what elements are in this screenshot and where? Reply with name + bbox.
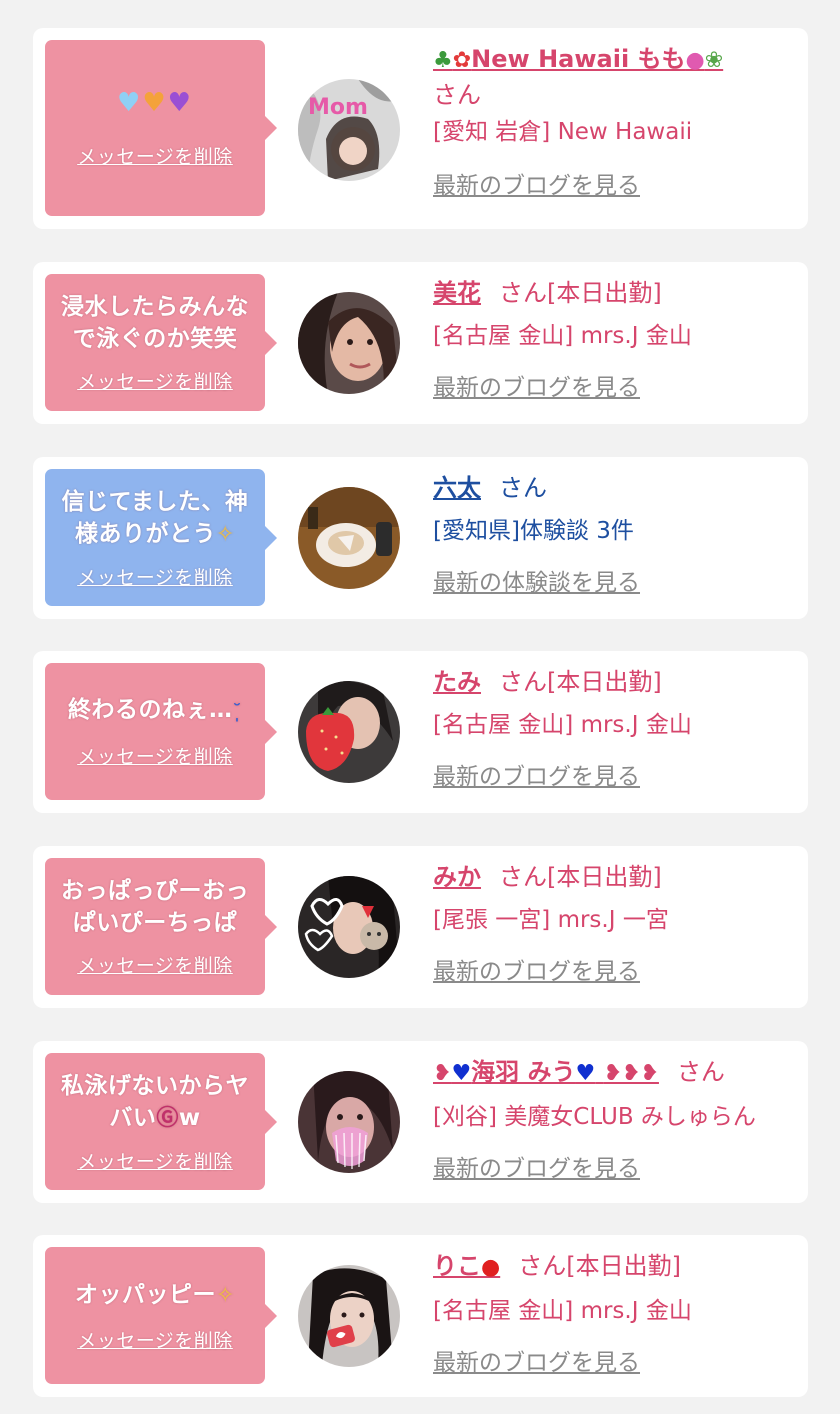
blog-link[interactable]: 最新のブログを見る bbox=[433, 372, 798, 404]
name-suffix: さん[本日出勤] bbox=[499, 668, 662, 696]
avatar[interactable] bbox=[298, 1071, 400, 1173]
avatar[interactable] bbox=[298, 681, 400, 783]
shop-label: [愛知県]体験談 3件 bbox=[433, 518, 634, 544]
palm-tree-icon: ♣ bbox=[433, 48, 453, 73]
blue-heart-icon: ♥ bbox=[451, 1061, 472, 1086]
heart-ribbon-icon: ❥❥❥ bbox=[603, 1061, 659, 1086]
message-bubble: オッパッピー✧ メッセージを削除 bbox=[45, 1247, 277, 1384]
blue-heart-icon: ♥ bbox=[575, 1061, 596, 1086]
blog-link[interactable]: 最新のブログを見る bbox=[433, 1347, 798, 1379]
card-info: ♣✿New Hawaii もも●❀ さん [愛知 岩倉] New Hawaii … bbox=[433, 42, 798, 202]
message-text: おっぱっぴーおっぱいぴーちっぱ bbox=[61, 878, 249, 936]
message-tail: w bbox=[178, 1104, 201, 1131]
card-info: りこ● さん[本日出勤] [名古屋 金山] mrs.J 金山 最新のブログを見る bbox=[433, 1249, 798, 1379]
list-item: 信じてました、神様ありがとう✧ メッセージを削除 六太 さん [愛知県]体験談 3… bbox=[33, 457, 808, 619]
message-text: オッパッピー bbox=[75, 1281, 217, 1308]
name-suffix: さん bbox=[433, 81, 481, 109]
swimsuit-icon: Ⓖ bbox=[156, 1105, 179, 1131]
reviewer-name-link[interactable]: 六太 bbox=[433, 474, 481, 502]
crying-face-icon: ˘̩ bbox=[232, 701, 242, 722]
card-info: 六太 さん [愛知県]体験談 3件 最新の体験談を見る bbox=[433, 471, 798, 599]
girl-name-link[interactable]: たみ bbox=[433, 668, 481, 696]
name-suffix: さん[本日出勤] bbox=[499, 863, 662, 891]
name-suffix: さん[本日出勤] bbox=[518, 1252, 681, 1280]
delete-message-link[interactable]: メッセージを削除 bbox=[77, 742, 233, 769]
girl-name-link[interactable]: ❥♥海羽 みう♥ ❥❥❥ bbox=[433, 1058, 659, 1086]
delete-message-link[interactable]: メッセージを削除 bbox=[77, 1147, 233, 1174]
avatar[interactable] bbox=[298, 876, 400, 978]
delete-message-link[interactable]: メッセージを削除 bbox=[77, 951, 233, 978]
avatar[interactable] bbox=[298, 292, 400, 394]
heart-ribbon-icon: ❥ bbox=[433, 1061, 452, 1086]
girl-name-link[interactable]: 美花 bbox=[433, 279, 481, 307]
name-suffix: さん bbox=[499, 474, 547, 502]
sparkle-icon: ✧ bbox=[216, 521, 235, 547]
shop-label: [刈谷] 美魔女CLUB みしゅらん bbox=[433, 1104, 756, 1130]
card-info: ❥♥海羽 みう♥ ❥❥❥ さん [刈谷] 美魔女CLUB みしゅらん 最新のブログ… bbox=[433, 1055, 798, 1185]
shop-label: [愛知 岩倉] New Hawaii bbox=[433, 119, 693, 145]
message-text: 浸水したらみんなで泳ぐのか笑笑 bbox=[61, 294, 249, 352]
avatar[interactable]: Mom bbox=[298, 79, 400, 181]
blog-link[interactable]: 最新のブログを見る bbox=[433, 761, 798, 793]
blog-link[interactable]: 最新のブログを見る bbox=[433, 1153, 798, 1185]
list-item: 終わるのねぇ…˘̩ メッセージを削除 たみ さん[本日出勤] [名古屋 金山] m… bbox=[33, 651, 808, 813]
girl-name-link[interactable]: ♣✿New Hawaii もも●❀ bbox=[433, 45, 723, 73]
girl-name-link[interactable]: りこ● bbox=[433, 1252, 500, 1280]
avatar[interactable] bbox=[298, 487, 400, 589]
card-info: たみ さん[本日出勤] [名古屋 金山] mrs.J 金山 最新のブログを見る bbox=[433, 665, 798, 793]
list-item: ♥♥♥ メッセージを削除 Mom ♣✿New Hawaii もも●❀ さん [愛… bbox=[33, 28, 808, 229]
delete-message-link[interactable]: メッセージを削除 bbox=[77, 142, 233, 169]
turtle-icon: ❀ bbox=[704, 48, 724, 73]
message-text: 終わるのねぇ… bbox=[68, 697, 233, 723]
girl-name-link[interactable]: みか bbox=[433, 863, 481, 891]
message-text: 私泳げないからヤバい bbox=[61, 1072, 249, 1131]
card-info: みか さん[本日出勤] [尾張 一宮] mrs.J 一宮 最新のブログを見る bbox=[433, 860, 798, 988]
message-bubble: 浸水したらみんなで泳ぐのか笑笑 メッセージを削除 bbox=[45, 274, 277, 411]
avatar[interactable] bbox=[298, 1265, 400, 1367]
delete-message-link[interactable]: メッセージを削除 bbox=[77, 1326, 233, 1353]
list-item: 浸水したらみんなで泳ぐのか笑笑 メッセージを削除 美花 さん[本日出勤] [名古屋… bbox=[33, 262, 808, 424]
list-item: おっぱっぴーおっぱいぴーちっぱ メッセージを削除 みか さん[本日出勤] [尾張 … bbox=[33, 846, 808, 1008]
message-bubble: おっぱっぴーおっぱいぴーちっぱ メッセージを削除 bbox=[45, 858, 277, 995]
review-link[interactable]: 最新の体験談を見る bbox=[433, 567, 798, 599]
apple-icon: ● bbox=[481, 1255, 501, 1280]
list-item: 私泳げないからヤバいⒼw メッセージを削除 ❥♥海羽 みう♥ ❥❥❥ さん [刈谷… bbox=[33, 1041, 808, 1203]
shop-label: [名古屋 金山] mrs.J 金山 bbox=[433, 1298, 692, 1324]
hibiscus-icon: ✿ bbox=[452, 48, 472, 73]
name-suffix: さん[本日出勤] bbox=[499, 279, 662, 307]
name-suffix: さん bbox=[676, 1058, 725, 1086]
shop-label: [名古屋 金山] mrs.J 金山 bbox=[433, 712, 692, 738]
message-bubble: 私泳げないからヤバいⒼw メッセージを削除 bbox=[45, 1053, 277, 1190]
message-bubble: 信じてました、神様ありがとう✧ メッセージを削除 bbox=[45, 469, 277, 606]
sparkle-icon: ✧ bbox=[216, 1282, 235, 1308]
svg-text:Mom: Mom bbox=[308, 95, 368, 120]
delete-message-link[interactable]: メッセージを削除 bbox=[77, 563, 233, 590]
shop-label: [尾張 一宮] mrs.J 一宮 bbox=[433, 907, 669, 933]
list-item: オッパッピー✧ メッセージを削除 りこ● さん[本日出勤] [名古屋 金山] mr… bbox=[33, 1235, 808, 1397]
card-info: 美花 さん[本日出勤] [名古屋 金山] mrs.J 金山 最新のブログを見る bbox=[433, 276, 798, 404]
shop-label: [名古屋 金山] mrs.J 金山 bbox=[433, 323, 692, 349]
peach-icon: ● bbox=[685, 48, 705, 73]
hearts-emoji: ♥♥♥ bbox=[117, 87, 193, 118]
blog-link[interactable]: 最新のブログを見る bbox=[433, 170, 798, 202]
message-bubble: 終わるのねぇ…˘̩ メッセージを削除 bbox=[45, 663, 277, 800]
delete-message-link[interactable]: メッセージを削除 bbox=[77, 367, 233, 394]
message-bubble: ♥♥♥ メッセージを削除 bbox=[45, 40, 277, 216]
blog-link[interactable]: 最新のブログを見る bbox=[433, 956, 798, 988]
